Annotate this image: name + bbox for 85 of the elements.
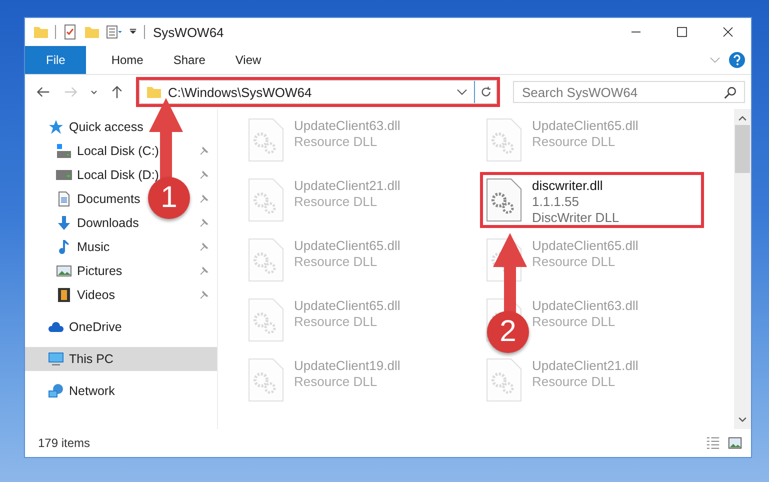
help-icon[interactable] <box>729 52 745 68</box>
large-icons-view-icon[interactable] <box>727 436 743 450</box>
file-name: UpdateClient65.dll <box>532 118 638 133</box>
forward-arrow-icon <box>64 85 78 99</box>
pin-icon <box>199 242 209 252</box>
refresh-icon <box>480 86 492 98</box>
file-detail: Resource DLL <box>294 374 378 389</box>
pin-icon <box>199 146 209 156</box>
pin-icon <box>199 194 209 204</box>
ribbon-tab[interactable]: File <box>25 46 86 74</box>
sidebar-item[interactable]: Quick access <box>69 120 144 134</box>
sidebar-item[interactable]: Documents <box>77 192 140 206</box>
scroll-up-icon <box>738 114 747 123</box>
film-icon <box>56 287 72 303</box>
scrollbar-thumb[interactable] <box>735 125 750 173</box>
settings-file-icon <box>248 238 284 282</box>
search-field[interactable]: Search SysWOW64 <box>513 81 745 103</box>
file-name: UpdateClient21.dll <box>294 178 400 193</box>
up-arrow-icon <box>110 85 124 99</box>
pin-icon <box>199 170 209 180</box>
maximize-icon <box>676 26 688 38</box>
settings-file-icon <box>486 358 522 402</box>
scrollbar[interactable] <box>734 109 751 429</box>
file-name: UpdateClient65.dll <box>532 238 638 253</box>
scroll-down-icon <box>738 415 747 424</box>
back-arrow-icon <box>36 85 50 99</box>
file-detail: 1.1.1.55 <box>532 194 580 209</box>
sidebar-item[interactable]: Pictures <box>77 264 122 278</box>
settings-file-icon <box>486 178 522 222</box>
folder-icon <box>33 24 49 40</box>
sidebar-item[interactable]: Music <box>77 240 110 254</box>
settings-file-icon <box>248 358 284 402</box>
file-detail: Resource DLL <box>294 254 378 269</box>
sidebar-item[interactable]: Downloads <box>77 216 139 230</box>
settings-file-icon <box>248 178 284 222</box>
network-icon <box>48 383 64 399</box>
properties-icon <box>106 24 122 40</box>
folder-icon <box>146 84 162 100</box>
search-icon <box>724 86 737 98</box>
sidebar-item[interactable]: Videos <box>77 288 115 302</box>
sidebar-item[interactable]: OneDrive <box>69 320 122 334</box>
pin-icon <box>199 218 209 228</box>
address-bar[interactable]: C:\Windows\SysWOW64 <box>139 80 497 104</box>
file-name: discwriter.dll <box>532 178 604 193</box>
settings-file-icon <box>248 118 284 162</box>
window-title: SysWOW64 <box>153 24 225 40</box>
document-icon <box>56 191 72 207</box>
music-note-icon <box>56 239 72 255</box>
chevron-down-icon <box>90 88 98 96</box>
sidebar-item[interactable]: Local Disk (C:) <box>77 144 159 158</box>
file-detail: Resource DLL <box>532 254 616 269</box>
drive-icon <box>56 143 72 159</box>
file-name: UpdateClient65.dll <box>294 238 400 253</box>
file-name: UpdateClient21.dll <box>532 358 638 373</box>
file-name: UpdateClient63.dll <box>294 118 400 133</box>
ribbon-tab[interactable]: Share <box>158 46 220 74</box>
ribbon-tab[interactable]: View <box>220 46 276 74</box>
file-detail: Resource DLL <box>294 194 378 209</box>
file-detail: Resource DLL <box>294 314 378 329</box>
sidebar-item[interactable]: Network <box>69 384 115 398</box>
file-detail: Resource DLL <box>532 374 616 389</box>
cloud-icon <box>48 319 64 335</box>
computer-icon <box>48 351 64 367</box>
pin-icon <box>199 266 209 276</box>
file-name: UpdateClient19.dll <box>294 358 400 373</box>
settings-file-icon <box>248 298 284 342</box>
picture-icon <box>56 263 72 279</box>
ribbon-tab[interactable]: Home <box>96 46 158 74</box>
file-name: UpdateClient65.dll <box>294 298 400 313</box>
settings-file-icon <box>486 118 522 162</box>
file-detail: DiscWriter DLL <box>532 210 620 225</box>
close-icon <box>722 26 734 38</box>
download-icon <box>56 215 72 231</box>
pin-icon <box>199 290 209 300</box>
file-name: UpdateClient63.dll <box>532 298 638 313</box>
folder-icon <box>84 24 100 40</box>
checklist-icon <box>62 24 78 40</box>
item-count: 179 items <box>38 436 92 450</box>
drive-icon <box>56 170 72 180</box>
details-view-icon[interactable] <box>705 436 721 450</box>
file-detail: Resource DLL <box>294 134 378 149</box>
star-icon <box>48 119 64 135</box>
file-detail: Resource DLL <box>532 314 616 329</box>
file-detail: Resource DLL <box>532 134 616 149</box>
sidebar-item[interactable]: This PC <box>25 347 217 371</box>
